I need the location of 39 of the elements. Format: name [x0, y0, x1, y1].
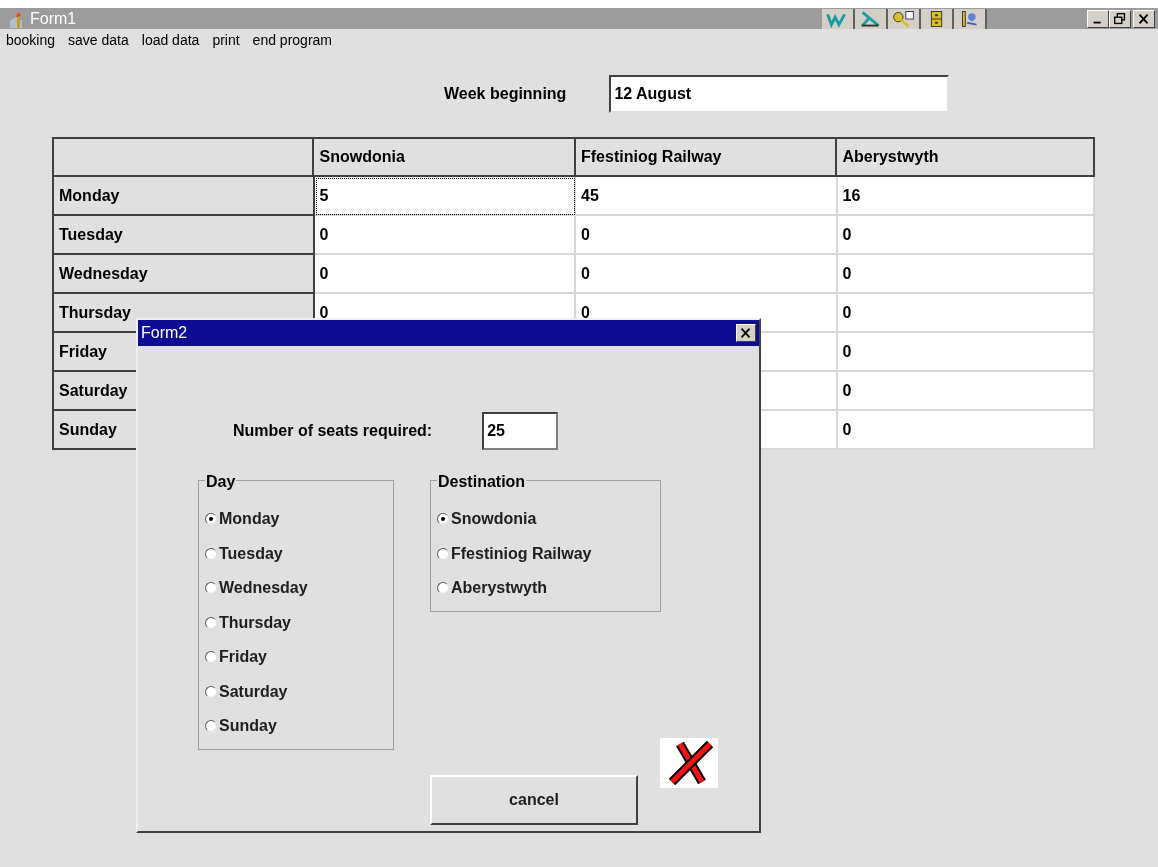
week-field[interactable]: 12 August — [609, 75, 950, 113]
row-header: Wednesday — [54, 255, 315, 294]
table-cell[interactable]: 16 — [837, 177, 1095, 216]
radio-label[interactable]: Wednesday — [219, 576, 308, 601]
row-header: Monday — [54, 177, 315, 216]
table-cell[interactable]: 0 — [837, 294, 1095, 333]
radio-label[interactable]: Monday — [219, 507, 280, 532]
menu-item[interactable]: save data — [68, 29, 129, 51]
menu-item[interactable]: load data — [141, 29, 200, 51]
table-cell[interactable]: 0 — [576, 216, 838, 255]
week-label: Week beginning — [444, 84, 567, 104]
column-header: Aberystwyth — [837, 139, 1095, 177]
column-header: Ffestiniog Railway — [576, 139, 838, 177]
table-cell[interactable]: 0 — [837, 216, 1095, 255]
column-header: Snowdonia — [314, 139, 576, 177]
table-cell[interactable]: 5 — [314, 177, 576, 216]
menu-item[interactable]: end program — [252, 29, 332, 51]
radio-label[interactable]: Tuesday — [219, 541, 283, 566]
row-header: Tuesday — [54, 216, 315, 255]
table-cell[interactable]: 0 — [837, 333, 1095, 372]
table-cell[interactable]: 45 — [576, 177, 838, 216]
window-title: Form1 — [30, 8, 77, 29]
menu-item[interactable]: booking — [6, 29, 56, 51]
radio-label[interactable]: Snowdonia — [451, 507, 537, 532]
radio-label[interactable]: Aberystwyth — [451, 576, 548, 601]
table-cell[interactable]: 0 — [576, 255, 838, 294]
radio-label[interactable]: Thursday — [219, 610, 291, 635]
radio-label[interactable]: Ffestiniog Railway — [451, 541, 592, 566]
radio-label[interactable]: Friday — [219, 645, 267, 670]
radio-label[interactable]: Saturday — [219, 679, 288, 704]
table-cell[interactable]: 0 — [837, 411, 1095, 450]
seats-field[interactable]: 25 — [482, 412, 559, 450]
radio-label[interactable]: Sunday — [219, 714, 277, 739]
cancel-button[interactable]: cancel — [430, 775, 638, 825]
menu-item[interactable]: print — [212, 29, 240, 51]
table-cell[interactable]: 0 — [837, 372, 1095, 411]
table-cell[interactable]: 0 — [837, 255, 1095, 294]
table-cell[interactable]: 0 — [314, 255, 576, 294]
table-cell[interactable]: 0 — [314, 216, 576, 255]
